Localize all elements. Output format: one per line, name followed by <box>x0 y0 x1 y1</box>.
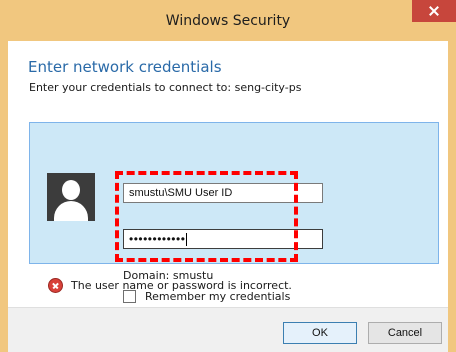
error-icon <box>48 278 63 293</box>
windows-security-dialog: Windows Security Enter network credentia… <box>0 0 456 352</box>
avatar-head <box>62 180 80 200</box>
window-title: Windows Security <box>165 13 291 29</box>
text-caret <box>186 233 188 247</box>
dialog-heading: Enter network credentials <box>28 58 222 76</box>
cancel-button[interactable]: Cancel <box>368 322 442 344</box>
username-input[interactable]: smustu\SMU User ID <box>123 183 323 203</box>
title-bar[interactable]: Windows Security <box>0 0 456 41</box>
dialog-content: Enter network credentials Enter your cre… <box>8 41 448 352</box>
dialog-subheading: Enter your credentials to connect to: se… <box>29 81 302 94</box>
password-input[interactable]: •••••••••••• <box>123 229 323 249</box>
user-avatar-icon <box>47 173 95 221</box>
password-value: •••••••••••• <box>129 232 186 246</box>
username-value: smustu\SMU User ID <box>129 187 233 199</box>
ok-button[interactable]: OK <box>283 322 357 344</box>
credential-tile[interactable]: smustu\SMU User ID •••••••••••• Domain: … <box>29 122 439 303</box>
avatar-body <box>54 201 88 221</box>
error-message: The user name or password is incorrect. <box>71 279 292 292</box>
dialog-footer: OK Cancel <box>8 307 448 352</box>
close-button[interactable] <box>412 0 456 22</box>
